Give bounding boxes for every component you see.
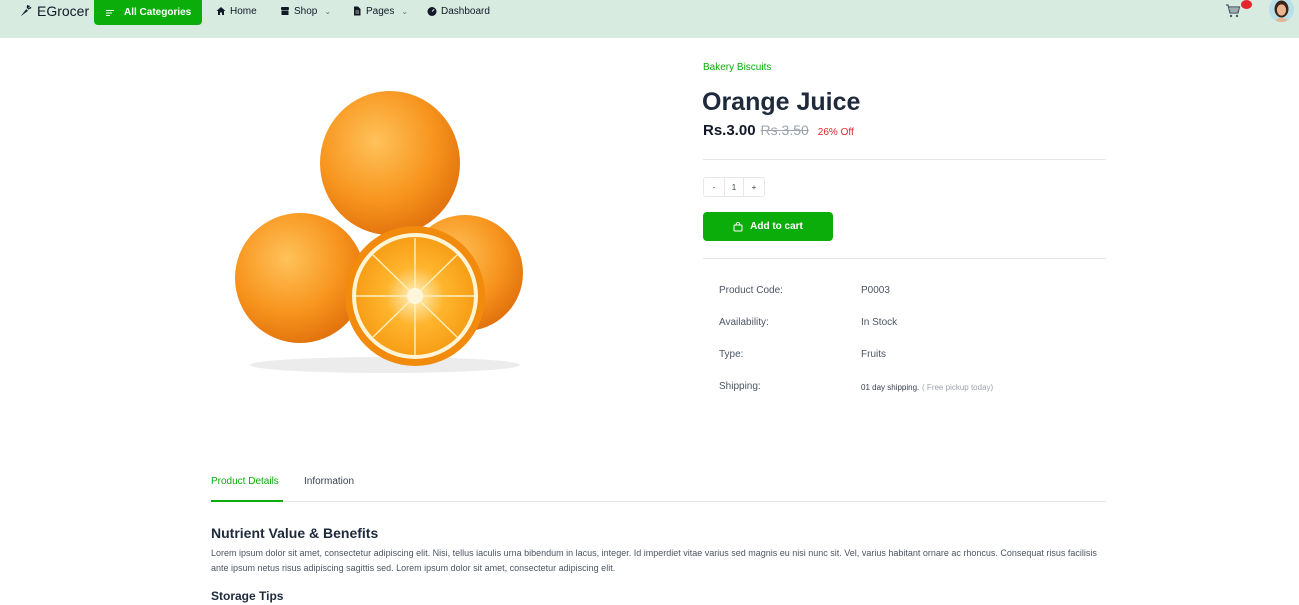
add-to-cart-label: Add to cart bbox=[750, 221, 803, 232]
info-label-product-code: Product Code: bbox=[719, 285, 783, 296]
product-image bbox=[235, 91, 523, 373]
quantity-stepper: - 1 + bbox=[703, 177, 765, 197]
all-categories-button[interactable]: All Categories bbox=[94, 0, 202, 25]
divider bbox=[703, 159, 1106, 160]
info-label-type: Type: bbox=[719, 349, 744, 360]
nav-home-label: Home bbox=[230, 5, 257, 17]
cart-icon[interactable] bbox=[1225, 3, 1241, 19]
info-value-type: Fruits bbox=[861, 349, 886, 360]
info-value-availability: In Stock bbox=[861, 317, 898, 328]
shipping-note: ( Free pickup today) bbox=[922, 383, 994, 392]
active-tab-indicator bbox=[211, 500, 283, 502]
info-value-shipping: 01 day shipping. ( Free pickup today) bbox=[861, 382, 993, 396]
divider bbox=[703, 258, 1106, 259]
tab-information[interactable]: Information bbox=[304, 476, 354, 487]
chevron-down-icon: ⌄ bbox=[324, 6, 332, 16]
add-to-cart-button[interactable]: Add to cart bbox=[703, 212, 833, 241]
nav-home[interactable]: Home bbox=[216, 4, 257, 18]
nutrient-description: Lorem ipsum dolor sit amet, consectetur … bbox=[211, 548, 1097, 573]
quantity-decrement-button[interactable]: - bbox=[704, 178, 724, 196]
quantity-input[interactable]: 1 bbox=[724, 178, 744, 196]
old-price: Rs.3.50 bbox=[760, 122, 809, 138]
price-row: Rs.3.00 Rs.3.50 26% Off bbox=[703, 122, 854, 139]
user-avatar-icon bbox=[1269, 0, 1294, 22]
orange-left bbox=[235, 213, 365, 343]
nav-shop[interactable]: Shop ⌄ bbox=[280, 4, 331, 18]
tab-product-details[interactable]: Product Details bbox=[211, 476, 279, 487]
chevron-down-icon: ⌄ bbox=[401, 6, 409, 16]
orange-top bbox=[320, 91, 460, 235]
brand-logo[interactable]: EGrocer bbox=[19, 2, 89, 20]
nutrient-heading: Nutrient Value & Benefits bbox=[211, 525, 379, 541]
store-icon bbox=[281, 7, 289, 15]
current-price: Rs.3.00 bbox=[703, 122, 756, 139]
storage-tips-heading: Storage Tips bbox=[211, 589, 284, 603]
speedometer-icon bbox=[427, 7, 437, 16]
avatar[interactable] bbox=[1269, 0, 1294, 22]
nav-dashboard-label: Dashboard bbox=[441, 5, 490, 17]
carrot-icon bbox=[20, 4, 32, 16]
info-label-shipping: Shipping: bbox=[719, 381, 761, 392]
all-categories-label: All Categories bbox=[124, 7, 192, 18]
product-title: Orange Juice bbox=[702, 88, 861, 116]
brand-name: EGrocer bbox=[37, 3, 90, 19]
file-icon bbox=[354, 6, 361, 16]
top-navbar: EGrocer All Categories Home Shop ⌄ Pages… bbox=[0, 0, 1299, 38]
info-label-availability: Availability: bbox=[719, 317, 769, 328]
nav-dashboard[interactable]: Dashboard bbox=[427, 4, 490, 18]
shipping-text: 01 day shipping. bbox=[861, 383, 920, 392]
shopping-bag-icon bbox=[733, 221, 743, 231]
discount-badge: 26% Off bbox=[817, 127, 854, 138]
cart-badge bbox=[1241, 0, 1252, 9]
quantity-increment-button[interactable]: + bbox=[744, 178, 764, 196]
nav-pages-label: Pages bbox=[366, 5, 395, 17]
product-category-link[interactable]: Bakery Biscuits bbox=[703, 62, 771, 73]
home-icon bbox=[216, 7, 226, 15]
info-value-product-code: P0003 bbox=[861, 285, 890, 296]
tabs-divider bbox=[211, 501, 1106, 502]
menu-icon bbox=[106, 9, 114, 16]
nav-pages[interactable]: Pages ⌄ bbox=[352, 4, 408, 18]
nav-shop-label: Shop bbox=[294, 5, 318, 17]
